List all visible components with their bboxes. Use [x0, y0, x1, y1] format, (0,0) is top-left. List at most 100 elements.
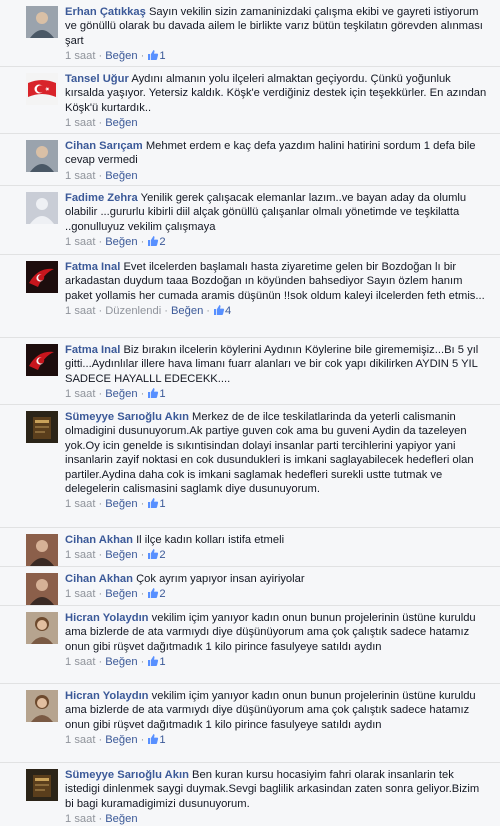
like-button[interactable]: Beğen	[105, 588, 137, 600]
comment-timestamp[interactable]: 1 saat	[65, 588, 95, 600]
like-button[interactable]: Beğen	[105, 117, 137, 129]
like-count[interactable]: 1	[147, 49, 166, 65]
meta-separator: ·	[140, 588, 145, 601]
meta-separator: ·	[98, 656, 103, 669]
comment-content: Cihan Akhan Il ilçe kadın kolları istifa…	[65, 533, 488, 547]
comment-body: Cihan Akhan Il ilçe kadın kolları istifa…	[65, 533, 488, 564]
comment-text: Biz bırakın ilcelerin köylerini Aydının …	[65, 344, 479, 385]
like-count[interactable]: 2	[147, 588, 166, 600]
comment-timestamp[interactable]: 1 saat	[65, 549, 95, 561]
avatar-book-dark[interactable]	[26, 411, 58, 443]
like-button[interactable]: Beğen	[105, 236, 137, 248]
comment-meta: 1 saat · Beğen · 1	[65, 655, 488, 671]
avatar-photo-woman[interactable]	[26, 612, 58, 644]
meta-separator: ·	[98, 498, 103, 511]
comment-author-link[interactable]: Hicran Yolaydın	[65, 690, 149, 702]
comment-author-link[interactable]: Erhan Çatıkkaş	[65, 6, 146, 18]
comment-content: Fatma Inal Evet ilcelerden başlamalı has…	[65, 260, 488, 303]
comment-timestamp[interactable]: 1 saat	[65, 388, 95, 400]
like-count-number: 1	[159, 498, 166, 511]
comment-author-link[interactable]: Cihan Akhan	[65, 573, 133, 585]
like-button[interactable]: Beğen	[105, 388, 137, 400]
thumbs-up-icon	[147, 655, 159, 671]
like-count[interactable]: 1	[147, 734, 166, 746]
comment-item: Fadime Zehra Yenilik gerek çalışacak ele…	[0, 185, 500, 254]
comment-item: Sümeyye Sarıoğlu Akın Merkez de de ilce …	[0, 404, 500, 527]
meta-separator: ·	[98, 588, 103, 601]
comment-author-link[interactable]: Tansel Uğur	[65, 73, 129, 85]
like-count[interactable]: 2	[147, 548, 166, 564]
meta-separator: ·	[140, 734, 145, 747]
avatar-turkish-flag[interactable]	[26, 73, 58, 105]
thumbs-up-icon	[147, 49, 159, 65]
comment-author-link[interactable]: Cihan Akhan	[65, 534, 133, 546]
comment-timestamp[interactable]: 1 saat	[65, 50, 95, 62]
meta-separator: ·	[98, 50, 103, 63]
like-count-number: 1	[159, 388, 166, 401]
edited-link[interactable]: Düzenlendi	[105, 305, 161, 317]
comment-body: Tansel Uğur Aydını almanın yolu ilçeleri…	[65, 72, 488, 130]
meta-separator: ·	[206, 305, 211, 318]
meta-separator: ·	[98, 734, 103, 747]
like-count[interactable]: 1	[147, 498, 166, 511]
comment-body: Cihan Akhan Çok ayrım yapıyor insan ayir…	[65, 572, 488, 603]
like-count[interactable]: 2	[147, 236, 166, 248]
like-button[interactable]: Beğen	[105, 656, 137, 668]
comment-item: Fatma Inal Evet ilcelerden başlamalı has…	[0, 254, 500, 337]
like-button[interactable]: Beğen	[105, 549, 137, 561]
avatar-photo-man[interactable]	[26, 140, 58, 172]
comment-timestamp[interactable]: 1 saat	[65, 170, 95, 182]
like-button[interactable]: Beğen	[105, 50, 137, 62]
thumbs-up-icon	[147, 548, 159, 564]
comment-timestamp[interactable]: 1 saat	[65, 236, 95, 248]
comment-item: Erhan Çatıkkaş Sayın vekilin sizin zaman…	[0, 0, 500, 66]
comment-meta: 1 saat · Beğen · 1	[65, 733, 488, 749]
comment-meta: 1 saat · Düzenlendi · Beğen · 4	[65, 304, 488, 320]
comment-text: Çok ayrım yapıyor insan ayiriyolar	[136, 573, 305, 585]
comment-item: Hicran Yolaydın vekilim içim yanıyor kad…	[0, 605, 500, 683]
meta-separator: ·	[98, 388, 103, 401]
meta-separator: ·	[140, 549, 145, 562]
meta-separator: ·	[140, 498, 145, 511]
avatar-photo-woman[interactable]	[26, 690, 58, 722]
comment-author-link[interactable]: Hicran Yolaydın	[65, 612, 149, 624]
comment-author-link[interactable]: Fatma Inal	[65, 344, 120, 356]
comment-author-link[interactable]: Sümeyye Sarıoğlu Akın	[65, 769, 189, 781]
comment-author-link[interactable]: Cihan Sarıçam	[65, 140, 143, 152]
like-button[interactable]: Beğen	[105, 498, 137, 510]
like-button[interactable]: Beğen	[105, 734, 137, 746]
comment-text: Aydını almanın yolu ilçeleri almaktan ge…	[65, 73, 487, 114]
avatar-flag-dark[interactable]	[26, 261, 58, 293]
like-count[interactable]: 4	[213, 305, 231, 317]
comment-author-link[interactable]: Fadime Zehra	[65, 192, 138, 204]
comment-timestamp[interactable]: 1 saat	[65, 734, 95, 746]
avatar-photo-man2[interactable]	[26, 573, 58, 605]
avatar-photo-man[interactable]	[26, 6, 58, 38]
like-count[interactable]: 1	[147, 388, 166, 401]
avatar-flag-dark[interactable]	[26, 344, 58, 376]
thumbs-up-icon	[213, 304, 225, 320]
comment-author-link[interactable]: Fatma Inal	[65, 261, 120, 273]
comment-timestamp[interactable]: 1 saat	[65, 656, 95, 668]
comment-author-link[interactable]: Sümeyye Sarıoğlu Akın	[65, 411, 189, 423]
comment-text: Evet ilcelerden başlamalı hasta ziyareti…	[65, 261, 485, 302]
avatar-photo-man2[interactable]	[26, 534, 58, 566]
comment-timestamp[interactable]: 1 saat	[65, 498, 95, 510]
comment-content: Cihan Sarıçam Mehmet erdem e kaç defa ya…	[65, 139, 488, 168]
comment-timestamp[interactable]: 1 saat	[65, 117, 95, 129]
comment-timestamp[interactable]: 1 saat	[65, 813, 95, 825]
comment-item: Cihan Sarıçam Mehmet erdem e kaç defa ya…	[0, 133, 500, 185]
like-button[interactable]: Beğen	[171, 305, 203, 317]
like-count-number: 1	[159, 656, 166, 669]
comment-meta: 1 saat · Beğen · 1	[65, 387, 488, 403]
comment-body: Fadime Zehra Yenilik gerek çalışacak ele…	[65, 191, 488, 251]
like-button[interactable]: Beğen	[105, 170, 137, 182]
like-count-number: 2	[159, 549, 166, 562]
avatar-book-dark[interactable]	[26, 769, 58, 801]
avatar-default[interactable]	[26, 192, 58, 224]
comment-body: Fatma Inal Biz bırakın ilcelerin köyleri…	[65, 343, 488, 403]
like-count-number: 4	[225, 305, 232, 318]
like-button[interactable]: Beğen	[105, 813, 137, 825]
like-count[interactable]: 1	[147, 655, 166, 671]
comment-timestamp[interactable]: 1 saat	[65, 305, 95, 317]
